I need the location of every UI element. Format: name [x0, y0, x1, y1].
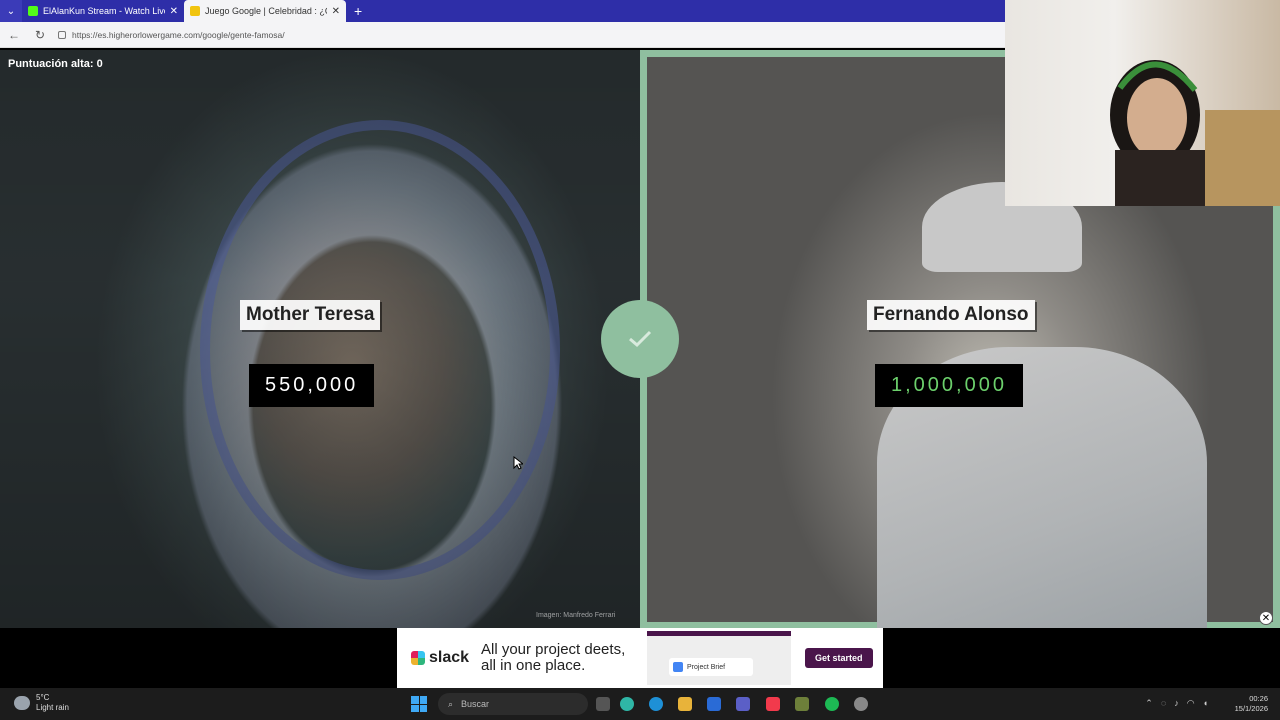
result-check-badge — [601, 300, 679, 378]
close-tab-icon[interactable]: ✕ — [332, 6, 340, 17]
ad-doc-title: Project Brief — [687, 663, 726, 671]
mail-icon[interactable] — [707, 697, 721, 711]
photo-overlay — [0, 50, 640, 628]
slack-logo-icon — [411, 651, 425, 665]
ad-headline: All your project deets, all in one place… — [481, 641, 626, 674]
tab-title: ElAlanKun Stream - Watch Live on — [43, 6, 165, 16]
left-celebrity-name: Mother Teresa — [240, 300, 381, 330]
ad-get-started-button[interactable]: Get started — [805, 648, 873, 668]
network-icon[interactable]: ◌ — [1161, 698, 1166, 709]
edge-icon[interactable] — [649, 697, 663, 711]
mouse-cursor-icon — [513, 456, 523, 470]
tab-title: Juego Google | Celebridad : ¿Quién — [205, 6, 327, 16]
cloud-rain-icon — [14, 696, 30, 710]
ad-document-preview: Project Brief — [647, 631, 791, 685]
chrome-icon[interactable] — [854, 697, 868, 711]
new-tab-button[interactable]: + — [346, 3, 370, 19]
chevron-up-icon[interactable]: ⌃ — [1145, 698, 1153, 709]
search-icon: ⌕ — [448, 698, 454, 709]
windows-start-icon[interactable] — [411, 696, 427, 712]
weather-widget[interactable]: 5°C Light rain — [14, 693, 69, 713]
left-search-count: 550,000 — [249, 364, 375, 407]
taskbar-search[interactable]: ⌕ Buscar — [438, 693, 588, 715]
spotify-icon[interactable] — [825, 697, 839, 711]
image-credit: Imagen: Manfredo Ferrari — [536, 612, 616, 619]
url-text: https://es.higherorlowergame.com/google/… — [72, 29, 285, 40]
volume-icon[interactable]: ◖ — [1203, 698, 1208, 709]
ad-doc-card: Project Brief — [669, 658, 753, 676]
streamer-webcam-image — [1110, 60, 1280, 206]
game-favicon-icon — [190, 6, 200, 16]
webcam-overlay — [1005, 0, 1280, 206]
high-score-label: Puntuación alta: 0 — [8, 58, 103, 70]
microphone-icon[interactable]: ♪ — [1174, 698, 1179, 709]
file-explorer-icon[interactable] — [678, 697, 692, 711]
left-celebrity-panel: Puntuación alta: 0 Mother Teresa 550,000… — [0, 50, 640, 640]
system-clock[interactable]: 00:26 15/1/2026 — [1235, 694, 1268, 714]
tab-higher-lower-game[interactable]: Juego Google | Celebridad : ¿Quién ✕ — [184, 0, 346, 22]
address-bar: ← ↻ https://es.higherorlowergame.com/goo… — [0, 22, 1005, 48]
windows-taskbar: 5°C Light rain ⌕ Buscar ⌃ ◌ ♪ ◠ ◖ 00:26 … — [0, 688, 1280, 720]
tab-actions-button[interactable]: ⌄ — [0, 0, 22, 22]
lock-icon — [58, 30, 66, 39]
teams-icon[interactable] — [736, 697, 750, 711]
close-tab-icon[interactable]: ✕ — [170, 6, 178, 17]
clock-date: 15/1/2026 — [1234, 704, 1268, 713]
url-field[interactable]: https://es.higherorlowergame.com/google/… — [58, 30, 285, 40]
back-arrow-icon[interactable]: ← — [6, 28, 22, 42]
screen: ⌄ ElAlanKun Stream - Watch Live on ✕ Jue… — [0, 0, 1280, 720]
game-app-icon[interactable] — [795, 697, 809, 711]
tab-kick-stream[interactable]: ElAlanKun Stream - Watch Live on ✕ — [22, 0, 184, 22]
slack-logo: slack — [411, 649, 477, 667]
wifi-icon[interactable]: ◠ — [1187, 698, 1195, 709]
kick-favicon-icon — [28, 6, 38, 16]
ad-brand: slack — [429, 649, 470, 666]
task-view-icon[interactable] — [596, 697, 610, 711]
check-icon — [629, 330, 652, 348]
search-placeholder: Buscar — [461, 699, 490, 709]
system-tray: ⌃ ◌ ♪ ◠ ◖ — [1145, 698, 1208, 709]
close-ad-icon[interactable]: ✕ — [1259, 611, 1273, 625]
right-celebrity-name: Fernando Alonso — [867, 300, 1035, 330]
weather-temp: 5°C — [36, 693, 50, 702]
google-doc-icon — [673, 662, 683, 672]
slack-ad-banner[interactable]: slack All your project deets, all in one… — [397, 628, 883, 688]
ad-bar: slack All your project deets, all in one… — [0, 628, 1280, 688]
weather-desc: Light rain — [36, 703, 69, 712]
right-search-count: 1,000,000 — [875, 364, 1023, 407]
clock-time: 00:26 — [1249, 694, 1268, 703]
reload-icon[interactable]: ↻ — [32, 28, 48, 42]
copilot-icon[interactable] — [620, 697, 634, 711]
music-icon[interactable] — [766, 697, 780, 711]
